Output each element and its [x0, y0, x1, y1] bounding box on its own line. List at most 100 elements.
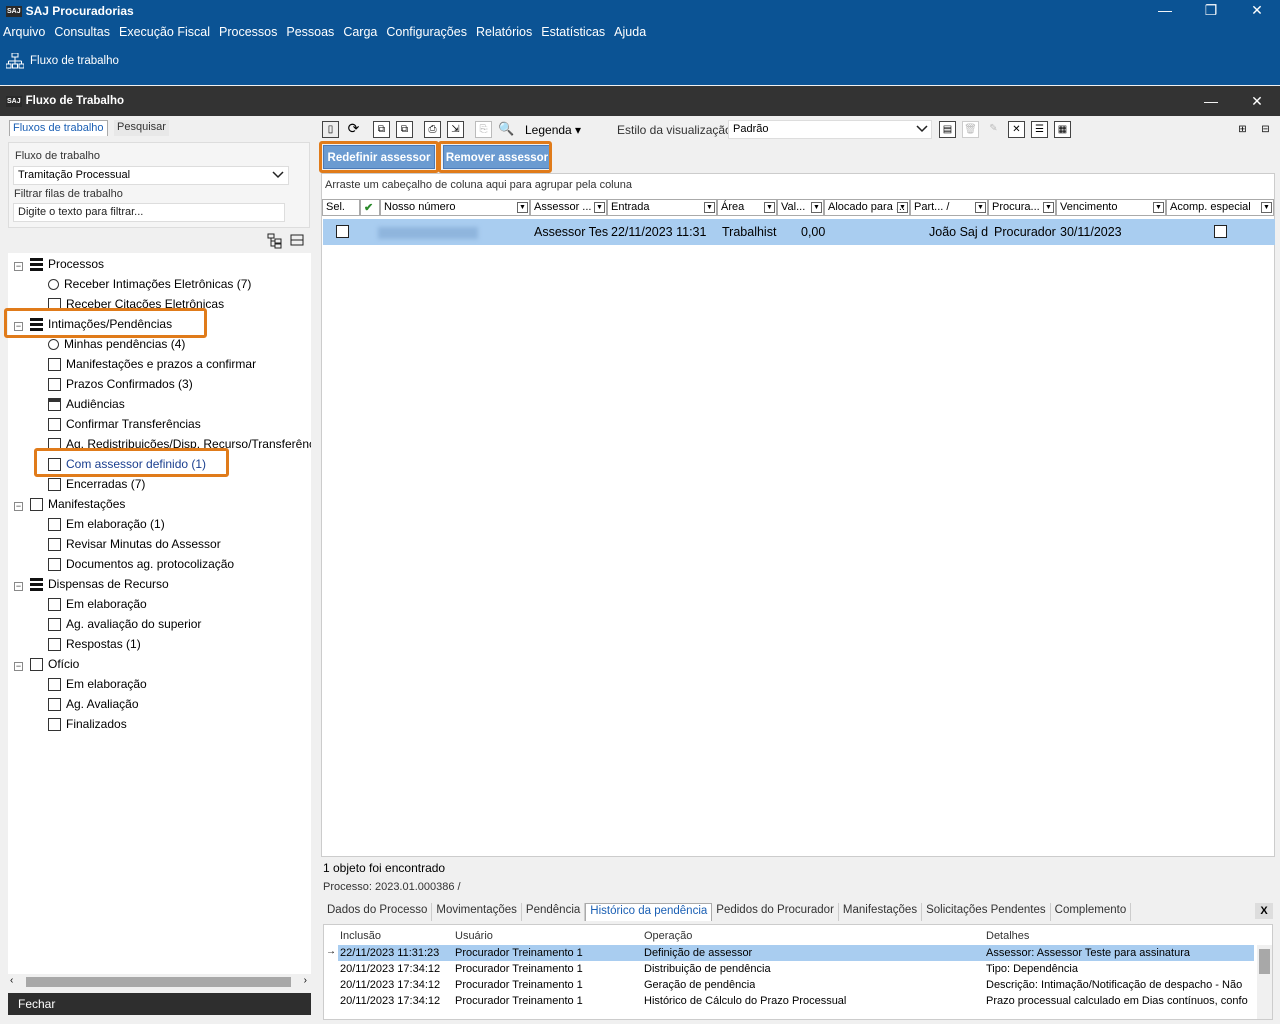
history-vertical-scrollbar[interactable]	[1257, 945, 1272, 1019]
detail-tab[interactable]: Pedidos do Procurador	[712, 903, 839, 921]
refresh-icon[interactable]: ⟳	[345, 121, 362, 138]
collapse-all-icon[interactable]: ⊟	[1257, 122, 1274, 139]
filter-dropdown-icon[interactable]: ▼	[1043, 202, 1054, 213]
copy-icon[interactable]: ⧉	[373, 121, 390, 138]
filter-input[interactable]: Digite o texto para filtrar...	[13, 203, 285, 222]
tree-expander[interactable]: −	[14, 582, 23, 591]
column-header[interactable]: Part... / ▼	[910, 199, 988, 216]
report-icon[interactable]: ☰	[1031, 121, 1048, 138]
column-header[interactable]: Vencimento ▼	[1056, 199, 1166, 216]
tree-node[interactable]: Documentos ag. protocolização	[48, 557, 234, 571]
tree-node[interactable]: Processos	[30, 257, 104, 271]
column-header[interactable]: Alocado para ... ▼	[824, 199, 910, 216]
excel-export-icon[interactable]: ✕	[1008, 121, 1025, 138]
special-follow-checkbox[interactable]	[1214, 225, 1227, 238]
table-row[interactable]: Assessor Tes 22/11/2023 11:31 Trabalhist…	[323, 219, 1275, 245]
filter-dropdown-icon[interactable]: ▼	[1261, 202, 1272, 213]
menu-item-4[interactable]: Pessoas	[286, 25, 334, 39]
tree-node[interactable]: Ag. Avaliação	[48, 697, 139, 711]
filter-dropdown-icon[interactable]: ▼	[897, 202, 908, 213]
history-row[interactable]: 20/11/2023 17:34:12 Procurador Treinament…	[324, 993, 1254, 1009]
collapse-tree-icon[interactable]	[290, 233, 304, 247]
detail-tab[interactable]: Complemento	[1051, 903, 1132, 921]
tree-node[interactable]: Prazos Confirmados (3)	[48, 377, 193, 391]
tree-node[interactable]: Ag. avaliação do superior	[48, 617, 201, 631]
new-view-icon[interactable]: ▯	[322, 121, 339, 138]
minimize-button[interactable]: —	[1142, 0, 1188, 20]
window-minimize-button[interactable]: —	[1188, 91, 1234, 111]
column-header[interactable]: Entrada ▼	[607, 199, 717, 216]
scrollbar-thumb[interactable]	[26, 977, 291, 987]
window-close-button[interactable]: ✕	[1234, 91, 1280, 111]
menu-item-0[interactable]: Arquivo	[3, 25, 45, 39]
legend-search-icon[interactable]: 🔍	[498, 121, 515, 138]
tree-horizontal-scrollbar[interactable]: ‹ ›	[8, 974, 311, 990]
tree-node[interactable]: Manifestações e prazos a confirmar	[48, 357, 256, 371]
tab-workflows[interactable]: Fluxos de trabalho	[9, 120, 108, 136]
menu-item-3[interactable]: Processos	[219, 25, 277, 39]
disabled-action-icon[interactable]: ⎘	[475, 121, 492, 138]
detail-tab[interactable]: Manifestações	[839, 903, 923, 921]
menu-item-5[interactable]: Carga	[343, 25, 377, 39]
menu-item-1[interactable]: Consultas	[54, 25, 110, 39]
tree-node[interactable]: Ofício	[30, 657, 79, 671]
filter-dropdown-icon[interactable]: ▼	[594, 202, 605, 213]
column-header[interactable]: Procura... ▼	[988, 199, 1056, 216]
menu-item-6[interactable]: Configurações	[386, 25, 467, 39]
flow-select[interactable]: Tramitação Processual	[13, 166, 289, 185]
detail-close-button[interactable]: X	[1255, 903, 1273, 919]
tree-node[interactable]: Revisar Minutas do Assessor	[48, 537, 221, 551]
tree-node[interactable]: Receber Intimações Eletrônicas (7)	[48, 277, 251, 291]
row-select-checkbox[interactable]	[336, 225, 349, 238]
workflow-toolbar-button[interactable]: Fluxo de trabalho	[6, 53, 119, 69]
tree-node[interactable]: Em elaboração (1)	[48, 517, 165, 531]
legend-dropdown[interactable]: Legenda ▾	[525, 123, 581, 137]
duplicate-icon[interactable]: ⧉	[396, 121, 413, 138]
tree-node[interactable]: Encerradas (7)	[48, 477, 145, 491]
column-header[interactable]: Assessor ... ▼	[530, 199, 607, 216]
history-row[interactable]: 20/11/2023 17:34:12 Procurador Treinament…	[324, 961, 1254, 977]
tab-search[interactable]: Pesquisar	[114, 120, 169, 136]
column-header[interactable]: Nosso número ▼	[380, 199, 530, 216]
detail-tab[interactable]: Pendência	[522, 903, 586, 921]
menu-item-9[interactable]: Ajuda	[614, 25, 646, 39]
menu-item-7[interactable]: Relatórios	[476, 25, 532, 39]
view-style-select[interactable]: Padrão	[728, 120, 932, 139]
detail-tab[interactable]: Histórico da pendência	[585, 903, 713, 921]
maximize-button[interactable]: ❐	[1188, 0, 1234, 20]
detail-tab[interactable]: Dados do Processo	[323, 903, 433, 921]
tree-node[interactable]: Manifestações	[30, 497, 125, 511]
column-header[interactable]: Sel.	[322, 199, 360, 216]
print-icon[interactable]: ⎙	[424, 121, 441, 138]
expand-tree-icon[interactable]	[267, 233, 283, 249]
save-view-icon[interactable]: ▤	[939, 121, 956, 138]
column-header[interactable]: Área ▼	[717, 199, 777, 216]
tree-node[interactable]: Confirmar Transferências	[48, 417, 201, 431]
history-row[interactable]: 22/11/2023 11:31:23 Procurador Treinament…	[338, 945, 1254, 961]
history-row[interactable]: 20/11/2023 17:34:12 Procurador Treinament…	[324, 977, 1254, 993]
tree-node[interactable]: Respostas (1)	[48, 637, 141, 651]
close-panel-button[interactable]: Fechar	[8, 993, 311, 1015]
tree-node[interactable]: Dispensas de Recurso	[30, 577, 169, 591]
menu-item-2[interactable]: Execução Fiscal	[119, 25, 210, 39]
filter-dropdown-icon[interactable]: ▼	[975, 202, 986, 213]
close-button[interactable]: ✕	[1234, 0, 1280, 20]
filter-dropdown-icon[interactable]: ▼	[1153, 202, 1164, 213]
tree-expander[interactable]: −	[14, 662, 23, 671]
tree-expander[interactable]: −	[14, 262, 23, 271]
tree-expander[interactable]: −	[14, 502, 23, 511]
scrollbar-thumb[interactable]	[1259, 949, 1270, 974]
expand-all-icon[interactable]: ⊞	[1234, 122, 1251, 139]
columns-config-icon[interactable]: ▦	[1054, 121, 1071, 138]
menu-item-8[interactable]: Estatísticas	[541, 25, 605, 39]
tree-node[interactable]: Finalizados	[48, 717, 127, 731]
filter-dropdown-icon[interactable]: ▼	[704, 202, 715, 213]
filter-dropdown-icon[interactable]: ▼	[517, 202, 528, 213]
tree-node[interactable]: Em elaboração	[48, 597, 147, 611]
tree-node[interactable]: Minhas pendências (4)	[48, 337, 185, 351]
column-header[interactable]: Val... ▼	[777, 199, 824, 216]
detail-tab[interactable]: Movimentações	[432, 903, 522, 921]
tree-node[interactable]: Audiências	[48, 397, 125, 411]
export-icon[interactable]: ⇲	[447, 121, 464, 138]
edit-view-icon[interactable]: ✎	[985, 121, 1002, 138]
